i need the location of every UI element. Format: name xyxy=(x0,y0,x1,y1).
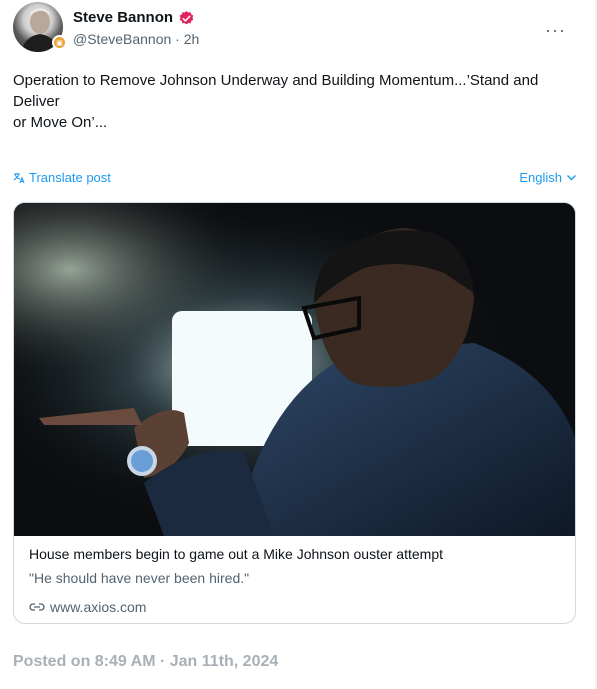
author-name[interactable]: Steve Bannon xyxy=(73,9,173,26)
posted-timestamp: Posted on 8:49 AM · Jan 11th, 2024 xyxy=(13,653,279,670)
more-icon[interactable]: ··· xyxy=(545,20,566,41)
post-time[interactable]: 2h xyxy=(184,31,200,47)
translate-post-link[interactable]: Translate post xyxy=(13,170,111,185)
language-label: English xyxy=(519,170,562,185)
meta-separator: · xyxy=(175,31,180,47)
avatar-badge-icon: ▣ xyxy=(52,35,67,50)
card-domain[interactable]: www.axios.com xyxy=(29,599,146,615)
card-description: "He should have never been hired." xyxy=(29,570,250,586)
link-card[interactable]: House members begin to game out a Mike J… xyxy=(13,202,576,624)
link-icon xyxy=(29,603,45,611)
post-text: Operation to Remove Johnson Underway and… xyxy=(13,72,539,131)
author-meta: @SteveBannon · 2h xyxy=(73,31,199,47)
card-image[interactable] xyxy=(14,203,575,536)
translate-icon xyxy=(13,172,25,183)
chevron-down-icon xyxy=(567,175,576,181)
card-domain-label: www.axios.com xyxy=(50,599,147,615)
translate-label: Translate post xyxy=(29,170,111,185)
verified-badge-icon xyxy=(179,11,194,25)
author-handle[interactable]: @SteveBannon xyxy=(73,31,171,47)
language-selector[interactable]: English xyxy=(519,170,577,185)
card-title[interactable]: House members begin to game out a Mike J… xyxy=(29,546,443,562)
